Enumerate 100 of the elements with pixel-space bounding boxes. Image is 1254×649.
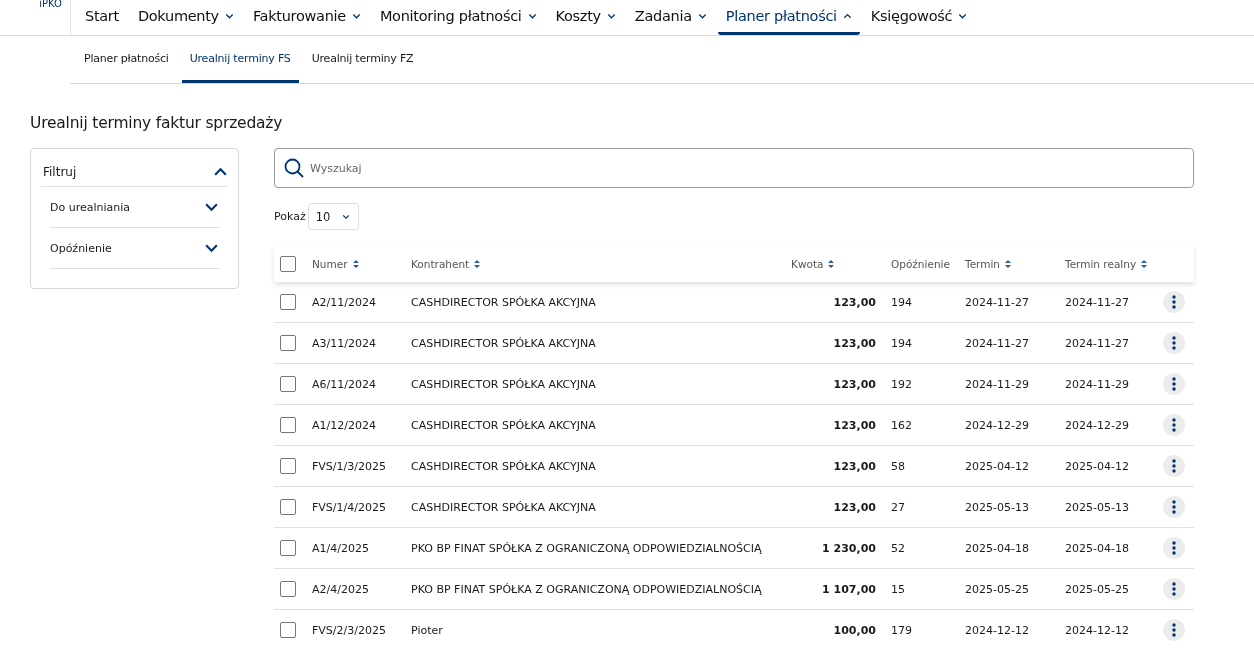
table-cell: 123,00: [833, 295, 876, 309]
more-button[interactable]: [1163, 373, 1185, 395]
table-cell: 1 107,00: [822, 582, 876, 596]
nav-item[interactable]: Zadania: [626, 0, 715, 35]
more-button[interactable]: [1163, 537, 1185, 559]
column-header[interactable]: Numer: [312, 257, 359, 270]
table-cell: CASHDIRECTOR SPÓŁKA AKCYJNA: [411, 377, 596, 391]
kebab-icon: [1172, 582, 1176, 596]
table-cell: 194: [891, 295, 912, 309]
more-button[interactable]: [1163, 496, 1185, 518]
filter-option[interactable]: Opóźnienie: [50, 241, 112, 255]
checkbox[interactable]: [280, 335, 296, 351]
search-icon: [284, 158, 304, 178]
table-cell: 123,00: [833, 459, 876, 473]
table-cell: PKO BP FINAT SPÓŁKA Z OGRANICZONĄ ODPOWIEDZIALNOŚCIĄ: [411, 541, 762, 555]
table-cell: 2025-05-25: [965, 582, 1029, 596]
column-header[interactable]: Kwota: [791, 257, 835, 270]
table-cell: 15: [891, 582, 905, 596]
more-button[interactable]: [1163, 455, 1185, 477]
column-header: Opóźnienie: [891, 257, 950, 270]
checkbox[interactable]: [280, 255, 296, 272]
table-cell: 162: [891, 418, 912, 432]
table-cell: A2/11/2024: [312, 295, 376, 309]
table-cell: 2024-11-27: [965, 295, 1029, 309]
column-header[interactable]: Termin realny: [1065, 257, 1148, 270]
table-cell: 2024-11-27: [1065, 295, 1129, 309]
nav-item[interactable]: Monitoring płatności: [371, 0, 545, 35]
kebab-icon: [1172, 336, 1176, 350]
sort-icon: [828, 259, 835, 268]
more-button[interactable]: [1163, 291, 1185, 313]
more-button[interactable]: [1163, 332, 1185, 354]
nav-item[interactable]: Dokumenty: [129, 0, 242, 35]
kebab-icon: [1172, 418, 1176, 432]
table-cell: A3/11/2024: [312, 336, 376, 350]
filter-title: Filtruj: [43, 165, 77, 179]
table-cell: A2/4/2025: [312, 582, 369, 596]
checkbox[interactable]: [280, 622, 296, 638]
nav-item[interactable]: Księgowość: [862, 0, 976, 35]
page-size-select[interactable]: 10: [307, 203, 360, 230]
table-cell: 58: [891, 459, 905, 473]
checkbox[interactable]: [280, 376, 296, 392]
table-cell: 2024-12-12: [1065, 623, 1129, 637]
filter-option[interactable]: Do urealniania: [50, 200, 131, 214]
more-button[interactable]: [1163, 414, 1185, 436]
tab[interactable]: Planer płatności: [76, 36, 177, 83]
table-cell: 1 230,00: [822, 541, 876, 555]
chevron-down-icon: [342, 212, 351, 221]
table-cell: A1/12/2024: [312, 418, 376, 432]
table-cell: CASHDIRECTOR SPÓŁKA AKCYJNA: [411, 418, 596, 432]
sort-icon: [352, 259, 359, 268]
table-cell: 2024-11-29: [1065, 377, 1129, 391]
table-cell: A1/4/2025: [312, 541, 369, 555]
sort-icon: [474, 259, 481, 268]
sort-icon: [1005, 259, 1012, 268]
table-cell: 123,00: [833, 336, 876, 350]
logo[interactable]: iPKO: [0, 0, 71, 35]
kebab-icon: [1172, 295, 1176, 309]
search-field[interactable]: Wyszukaj: [274, 148, 1194, 188]
table-cell: 52: [891, 541, 905, 555]
table-cell: CASHDIRECTOR SPÓŁKA AKCYJNA: [411, 336, 596, 350]
tab[interactable]: Urealnij terminy FZ: [303, 36, 422, 83]
table-cell: 2024-12-29: [965, 418, 1029, 432]
nav-item[interactable]: Planer płatności: [717, 0, 860, 35]
table-cell: 2025-05-13: [965, 500, 1029, 514]
table-cell: 2025-04-12: [1065, 459, 1129, 473]
tab[interactable]: Urealnij terminy FS: [181, 36, 299, 83]
column-header[interactable]: Termin: [965, 257, 1012, 270]
table-cell: CASHDIRECTOR SPÓŁKA AKCYJNA: [411, 295, 596, 309]
table-cell: 27: [891, 500, 905, 514]
table-cell: CASHDIRECTOR SPÓŁKA AKCYJNA: [411, 459, 596, 473]
checkbox[interactable]: [280, 499, 296, 515]
nav-item[interactable]: Start: [77, 0, 127, 35]
page-title: Urealnij terminy faktur sprzedaży: [30, 114, 284, 132]
page-size-label: Pokaż: [274, 210, 306, 223]
table-cell: 2025-05-25: [1065, 582, 1129, 596]
table-cell: 2024-12-12: [965, 623, 1029, 637]
checkbox[interactable]: [280, 294, 296, 310]
table-cell: 2024-11-27: [1065, 336, 1129, 350]
kebab-icon: [1172, 541, 1176, 555]
table-cell: 2025-04-18: [1065, 541, 1129, 555]
table-cell: A6/11/2024: [312, 377, 376, 391]
table-cell: CASHDIRECTOR SPÓŁKA AKCYJNA: [411, 500, 596, 514]
table-cell: 194: [891, 336, 912, 350]
more-button[interactable]: [1163, 578, 1185, 600]
table-cell: 2024-11-27: [965, 336, 1029, 350]
nav-item[interactable]: Fakturowanie: [244, 0, 369, 35]
nav-item[interactable]: Koszty: [547, 0, 624, 35]
table-cell: 123,00: [833, 500, 876, 514]
checkbox[interactable]: [280, 458, 296, 474]
table-cell: 2025-04-18: [965, 541, 1029, 555]
table-cell: 123,00: [833, 377, 876, 391]
checkbox[interactable]: [280, 581, 296, 597]
checkbox[interactable]: [280, 417, 296, 433]
checkbox[interactable]: [280, 540, 296, 556]
kebab-icon: [1172, 377, 1176, 391]
column-header[interactable]: Kontrahent: [411, 257, 481, 270]
table-cell: 192: [891, 377, 912, 391]
table-cell: 123,00: [833, 418, 876, 432]
more-button[interactable]: [1163, 619, 1185, 641]
table-cell: FVS/2/3/2025: [312, 623, 386, 637]
